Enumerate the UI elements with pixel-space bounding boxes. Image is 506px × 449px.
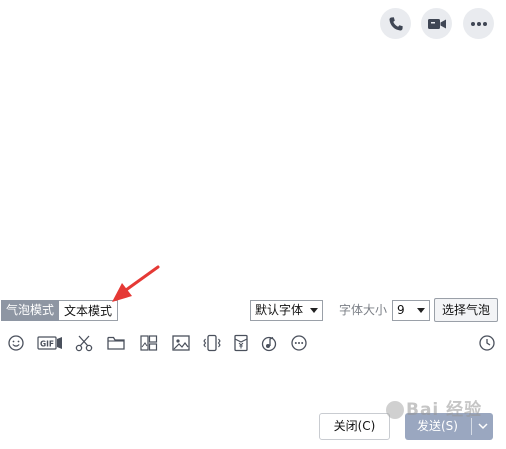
phone-icon bbox=[388, 16, 403, 31]
more-tools-icon[interactable] bbox=[289, 333, 309, 353]
shake-icon[interactable] bbox=[202, 333, 222, 353]
font-size-label: 字体大小 bbox=[339, 303, 388, 317]
more-icon bbox=[470, 21, 487, 26]
font-family-select[interactable]: 默认字体 bbox=[250, 300, 323, 321]
send-divider bbox=[471, 418, 472, 435]
history-icon[interactable] bbox=[477, 333, 497, 353]
close-button[interactable]: 关闭(C) bbox=[319, 413, 390, 440]
folder-icon[interactable] bbox=[106, 333, 126, 353]
bubble-mode-tab[interactable]: 气泡模式 bbox=[1, 300, 60, 321]
video-call-button[interactable] bbox=[421, 8, 452, 39]
music-icon[interactable] bbox=[259, 333, 279, 353]
mode-toggle: 气泡模式 文本模式 bbox=[1, 300, 119, 321]
chevron-down-icon bbox=[417, 308, 425, 313]
font-family-value: 默认字体 bbox=[255, 303, 304, 317]
watermark: Bai 经验 bbox=[386, 395, 482, 420]
voice-call-button[interactable] bbox=[380, 8, 411, 39]
more-options-button[interactable] bbox=[463, 8, 494, 39]
video-camera-icon bbox=[427, 18, 446, 29]
chevron-down-icon[interactable] bbox=[477, 419, 489, 433]
emoji-icon[interactable] bbox=[6, 333, 26, 353]
gif-icon[interactable]: GIF bbox=[37, 333, 63, 353]
chevron-down-icon bbox=[310, 308, 318, 313]
paw-logo-icon bbox=[386, 401, 404, 419]
text-mode-tab[interactable]: 文本模式 bbox=[59, 300, 119, 321]
send-label: 发送(S) bbox=[417, 419, 458, 433]
watermark-text: Bai 经验 bbox=[406, 400, 483, 420]
gif-label: GIF bbox=[40, 340, 54, 349]
choose-bubble-button[interactable]: 选择气泡 bbox=[434, 298, 498, 322]
font-size-select[interactable]: 9 bbox=[392, 300, 430, 321]
annotation-arrow bbox=[112, 265, 160, 302]
scissors-icon[interactable] bbox=[74, 333, 94, 353]
image-gallery-icon[interactable] bbox=[139, 333, 159, 353]
picture-icon[interactable] bbox=[171, 333, 191, 353]
red-packet-icon[interactable] bbox=[231, 333, 251, 353]
font-size-value: 9 bbox=[397, 303, 405, 317]
